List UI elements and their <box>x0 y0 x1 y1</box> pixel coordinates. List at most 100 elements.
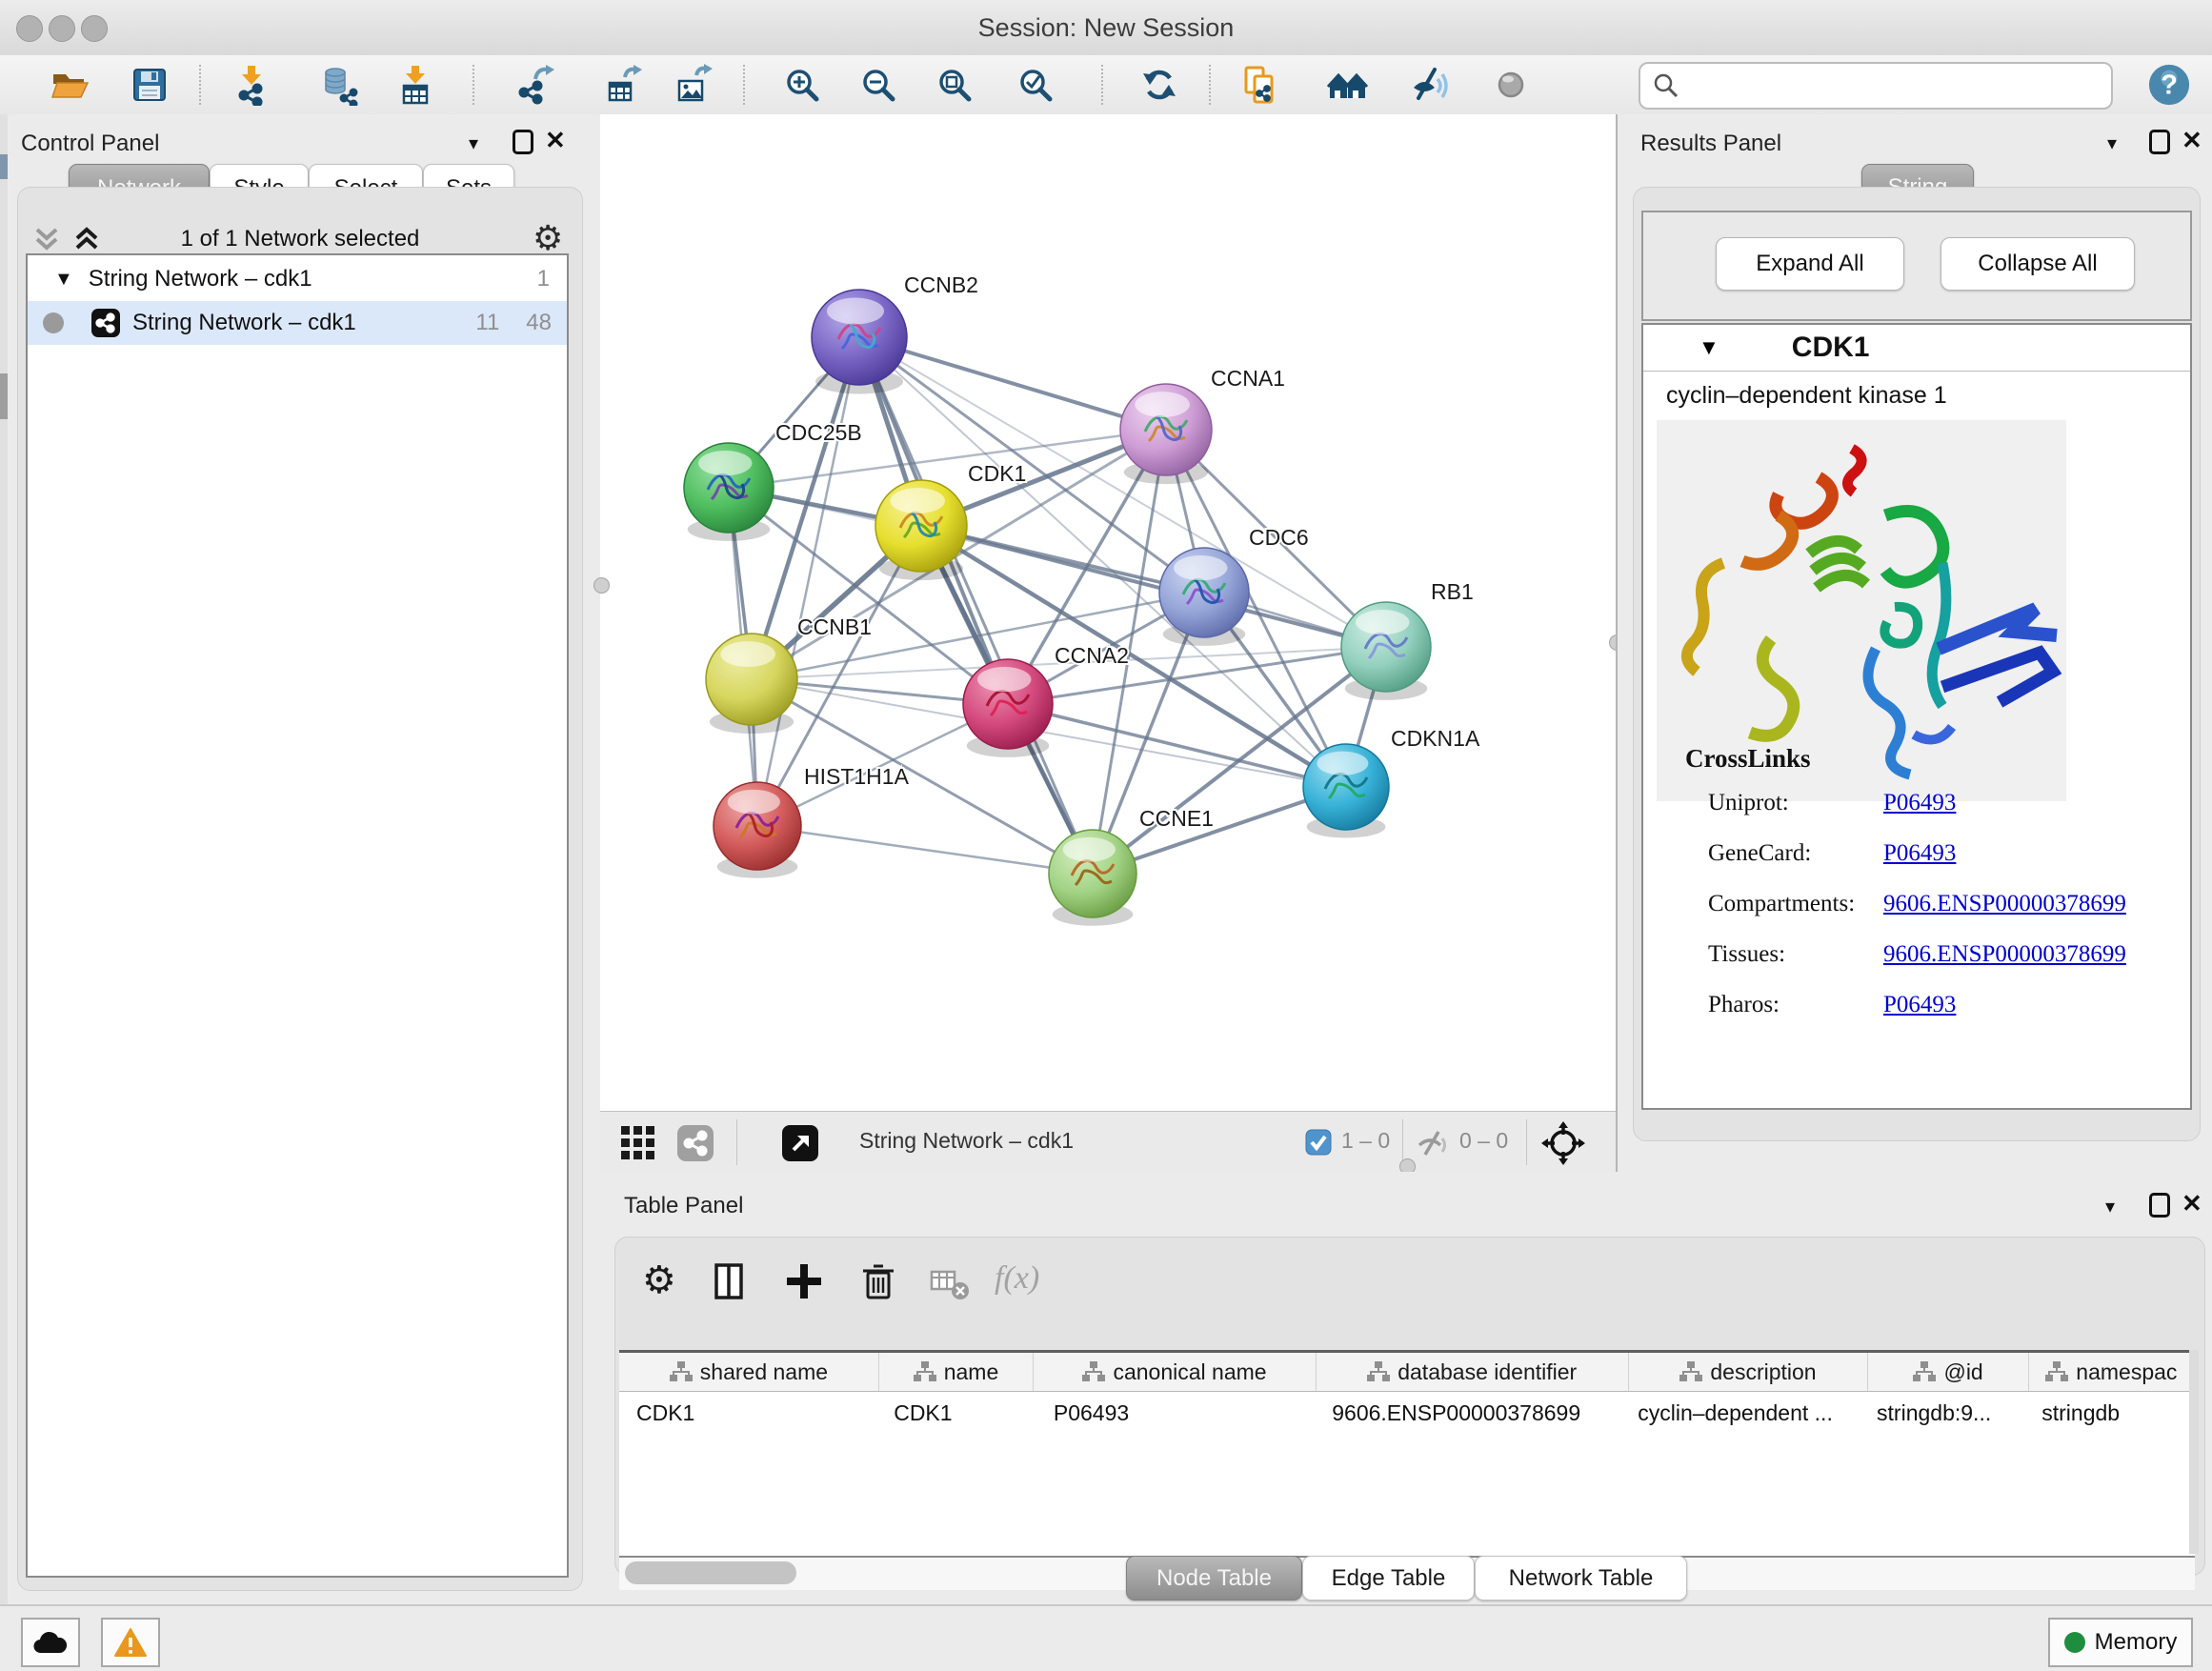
zoom-out-icon[interactable] <box>856 63 900 107</box>
collection-disclosure-icon[interactable]: ▼ <box>54 269 73 291</box>
grid-view-icon[interactable] <box>621 1126 655 1160</box>
window-edge-strip <box>0 114 8 1604</box>
tab-network-table[interactable]: Network Table <box>1475 1556 1687 1601</box>
network-node-CDC6[interactable]: CDC6 <box>1159 525 1309 646</box>
tab-node-table[interactable]: Node Table <box>1126 1556 1302 1601</box>
network-node-HIST1H1A[interactable]: HIST1H1A <box>714 764 910 878</box>
results-panel-float-icon[interactable] <box>2149 130 2170 154</box>
column-tree-icon <box>670 1361 693 1382</box>
export-table-icon[interactable] <box>601 63 645 107</box>
left-splitter-handle[interactable] <box>593 577 610 594</box>
table-cell[interactable]: CDK1 <box>619 1392 876 1434</box>
control-panel-float-icon[interactable] <box>513 130 533 154</box>
node-label: CDKN1A <box>1391 726 1480 751</box>
network-row-selected[interactable]: String Network – cdk1 11 48 <box>28 301 567 345</box>
network-node-CCNE1[interactable]: CCNE1 <box>1049 806 1214 926</box>
string-results-container: Expand All Collapse All ▼ CDK1 cyclin–de… <box>1633 187 2201 1141</box>
crosslink-label: Uniprot: <box>1708 790 1789 816</box>
crosslink-genecard-link[interactable]: P06493 <box>1883 840 1956 867</box>
table-vscrollbar[interactable] <box>2189 1350 2199 1554</box>
network-node-CDKN1A[interactable]: CDKN1A <box>1303 726 1480 838</box>
crosslink-tissues-link[interactable]: 9606.ENSP00000378699 <box>1883 941 2126 968</box>
network-canvas[interactable]: CCNB2CCNA1CDC25BCDK1CDC6RB1CCNB1CCNA2CDK… <box>600 114 1616 1111</box>
zoom-fit-icon[interactable] <box>933 63 976 107</box>
table-cell[interactable]: stringdb:9... <box>1860 1392 2024 1434</box>
table-cell[interactable]: P06493 <box>1036 1392 1315 1434</box>
network-node-RB1[interactable]: RB1 <box>1341 579 1474 700</box>
clone-network-icon[interactable] <box>1237 63 1281 107</box>
network-view-toolbar: String Network – cdk1 1 – 0 0 – 0 <box>600 1111 1616 1173</box>
crosslink-pharos-link[interactable]: P06493 <box>1883 992 1956 1018</box>
warning-icon <box>114 1628 147 1657</box>
hscrollbar-thumb[interactable] <box>625 1561 796 1584</box>
column-header-5[interactable]: @id <box>1868 1353 2028 1391</box>
cdk1-header-row[interactable]: ▼ CDK1 <box>1643 325 2190 372</box>
save-session-icon[interactable] <box>128 63 171 107</box>
open-session-icon[interactable] <box>48 63 91 107</box>
network-node-CDK1[interactable]: CDK1 <box>875 461 1026 580</box>
import-network-file-icon[interactable] <box>230 63 273 107</box>
table-row[interactable]: CDK1CDK1P064939606.ENSP00000378699cyclin… <box>619 1392 2195 1434</box>
hide-selected-icon[interactable] <box>1408 63 1452 107</box>
table-cell[interactable]: CDK1 <box>876 1392 1036 1434</box>
table-cell[interactable]: 9606.ENSP00000378699 <box>1315 1392 1620 1434</box>
results-panel-menu-icon[interactable]: ▾ <box>2107 131 2117 155</box>
export-image-icon[interactable] <box>671 63 714 107</box>
help-icon[interactable]: ? <box>2147 63 2191 107</box>
add-column-icon[interactable] <box>783 1260 825 1302</box>
search-icon <box>1652 71 1680 100</box>
network-collection-row[interactable]: ▼ String Network – cdk1 1 <box>28 257 567 301</box>
column-header-0[interactable]: shared name <box>619 1353 879 1391</box>
collapse-all-button[interactable]: Collapse All <box>1941 237 2135 291</box>
import-table-icon[interactable] <box>393 63 437 107</box>
table-panel-float-icon[interactable] <box>2149 1193 2170 1218</box>
network-node-CCNB2[interactable]: CCNB2 <box>812 272 978 394</box>
show-all-icon[interactable] <box>1490 63 1534 107</box>
control-panel-menu-icon[interactable]: ▾ <box>469 131 478 155</box>
table-cell[interactable]: stringdb <box>2024 1392 2195 1434</box>
selected-checkbox-icon[interactable] <box>1305 1129 1332 1156</box>
tab-edge-table[interactable]: Edge Table <box>1302 1556 1475 1601</box>
nav-separator <box>1402 1119 1403 1165</box>
delete-table-icon <box>930 1266 972 1302</box>
crosslink-compartments-link[interactable]: 9606.ENSP00000378699 <box>1883 891 2126 917</box>
column-header-3[interactable]: database identifier <box>1317 1353 1629 1391</box>
window-title: Session: New Session <box>0 13 2212 43</box>
network-overview-icon[interactable] <box>676 1124 714 1162</box>
cdk1-disclosure-icon[interactable]: ▼ <box>1699 335 1719 360</box>
results-panel: Results Panel ▾ ✕ String Expand All Coll… <box>1616 114 2212 1172</box>
zoom-in-icon[interactable] <box>780 63 824 107</box>
export-network-icon[interactable] <box>513 63 557 107</box>
column-header-4[interactable]: description <box>1629 1353 1869 1391</box>
table-panel-menu-icon[interactable]: ▾ <box>2105 1195 2115 1218</box>
refresh-icon[interactable] <box>1137 63 1181 107</box>
nav-separator <box>736 1119 737 1165</box>
column-header-2[interactable]: canonical name <box>1034 1353 1317 1391</box>
network-list-container: 1 of 1 Network selected ⚙ ▼ String Netwo… <box>17 187 583 1591</box>
crosslink-uniprot-link[interactable]: P06493 <box>1883 790 1956 816</box>
warning-button[interactable] <box>101 1618 160 1667</box>
column-header-6[interactable]: namespac <box>2029 1353 2195 1391</box>
network-list-gear-icon[interactable]: ⚙ <box>533 218 563 258</box>
show-columns-icon[interactable] <box>709 1260 751 1302</box>
first-neighbors-icon[interactable] <box>1326 63 1370 107</box>
table-gear-icon[interactable]: ⚙ <box>642 1258 676 1302</box>
column-header-1[interactable]: name <box>879 1353 1034 1391</box>
table-panel-close-icon[interactable]: ✕ <box>2182 1189 2202 1218</box>
results-panel-close-icon[interactable]: ✕ <box>2182 126 2202 155</box>
import-network-database-icon[interactable] <box>317 63 361 107</box>
table-cell[interactable]: cyclin–dependent ... <box>1620 1392 1860 1434</box>
delete-column-icon[interactable] <box>857 1260 899 1302</box>
control-panel-close-icon[interactable]: ✕ <box>545 126 566 155</box>
memory-button[interactable]: Memory <box>2048 1618 2193 1667</box>
control-panel: Control Panel ▾ ✕ Network Style Select S… <box>0 114 602 1604</box>
cloud-button[interactable] <box>21 1618 80 1667</box>
results-panel-title: Results Panel <box>1640 131 1781 157</box>
zoom-selected-icon[interactable] <box>1014 63 1057 107</box>
search-input[interactable] <box>1688 72 2111 99</box>
node-label: CCNB2 <box>904 272 978 297</box>
detach-view-icon[interactable] <box>781 1124 819 1162</box>
search-box[interactable] <box>1639 62 2113 110</box>
expand-all-button[interactable]: Expand All <box>1716 237 1904 291</box>
birds-eye-icon[interactable] <box>1541 1121 1585 1165</box>
